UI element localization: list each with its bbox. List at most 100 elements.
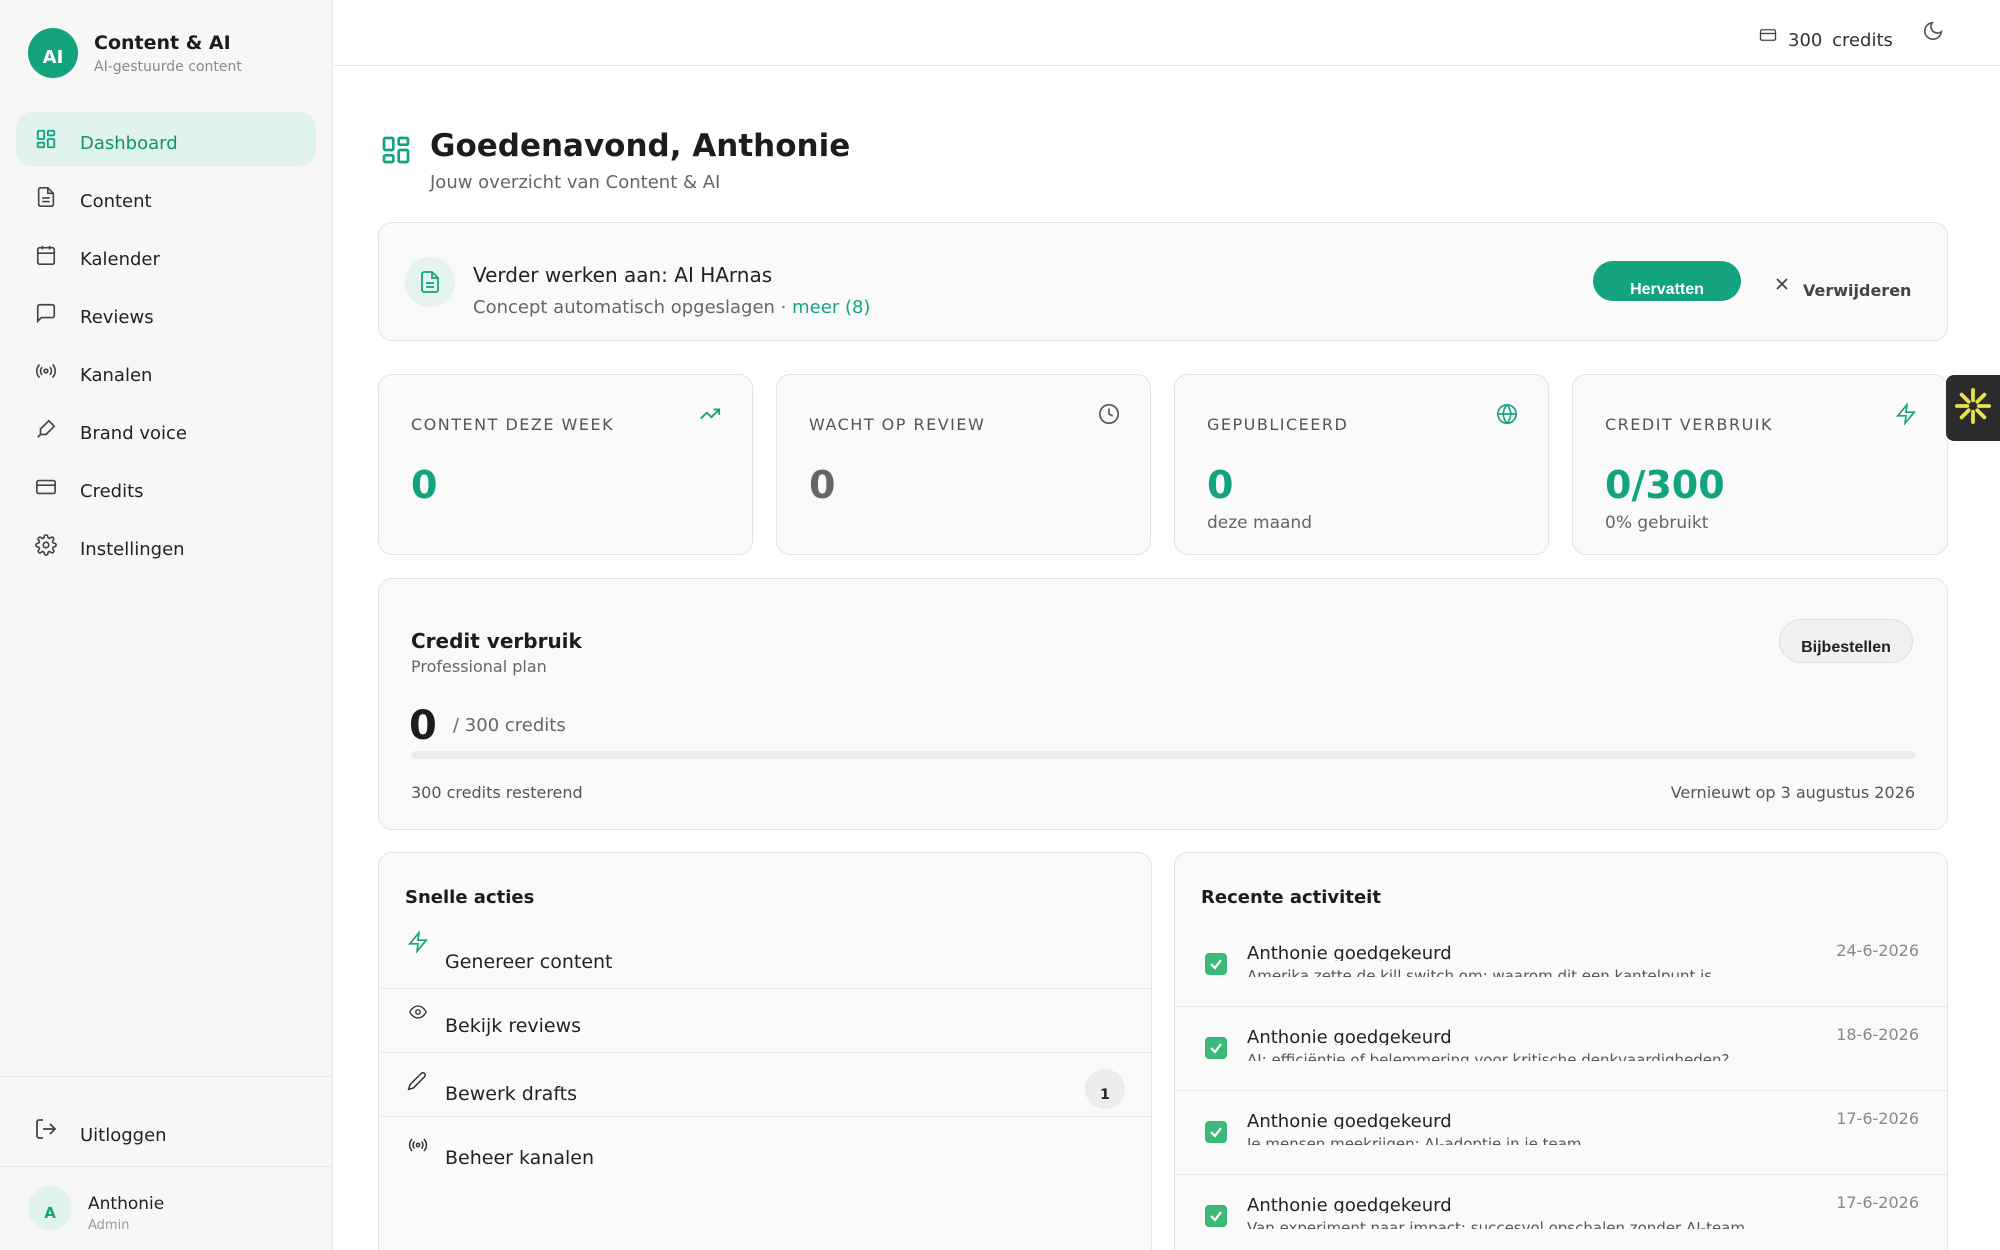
- assistant-widget-button[interactable]: [1946, 375, 2000, 441]
- credits-indicator[interactable]: 300 credits: [1758, 22, 1893, 51]
- eye-icon: [407, 1003, 429, 1025]
- gear-icon: [34, 533, 58, 557]
- sidebar-item-instellingen[interactable]: Instellingen: [16, 518, 316, 572]
- stat-sub: 0% gebruikt: [1605, 513, 1709, 533]
- quick-action-generate[interactable]: Genereer content: [379, 925, 1151, 989]
- activity-title: Anthonie goedgekeurd: [1247, 1111, 1452, 1129]
- resume-button[interactable]: Hervatten: [1593, 261, 1741, 301]
- quick-action-label: Genereer content: [445, 951, 613, 973]
- check-icon: [1205, 1037, 1227, 1059]
- credit-progress-bar: [411, 751, 1915, 759]
- broadcast-icon: [34, 359, 58, 383]
- lightning-icon: [1895, 402, 1917, 429]
- credits-count: 300 credits: [1788, 30, 1893, 51]
- sidebar-item-dashboard[interactable]: Dashboard: [16, 112, 316, 166]
- quick-actions-title: Snelle acties: [405, 887, 535, 908]
- credit-card-icon: [34, 475, 58, 499]
- grid-icon: [380, 134, 412, 193]
- pencil-icon: [407, 1071, 427, 1095]
- top-bar: 300 credits: [334, 0, 2000, 66]
- drafts-count-badge: 1: [1085, 1069, 1125, 1109]
- activity-item[interactable]: Anthonie goedgekeurd Amerika zette de ki…: [1175, 923, 1947, 1007]
- document-icon: [405, 257, 455, 307]
- logout-label: Uitloggen: [80, 1124, 167, 1146]
- quick-action-label: Beheer kanalen: [445, 1147, 595, 1169]
- sidebar-nav: Dashboard Content Kalender Reviews Kanal…: [16, 112, 316, 576]
- stat-label: CONTENT DEZE WEEK: [411, 415, 615, 434]
- activity-item[interactable]: Anthonie goedgekeurd Van experiment naar…: [1175, 1175, 1947, 1250]
- grid-icon: [34, 127, 58, 151]
- credit-usage-card: Credit verbruik Professional plan Bijbes…: [378, 578, 1948, 830]
- credit-usage-title: Credit verbruik: [411, 629, 582, 653]
- quick-action-label: Bekijk reviews: [445, 1015, 582, 1037]
- activity-description: Amerika zette de kill switch om: waarom …: [1247, 967, 1713, 977]
- quick-action-channels[interactable]: Beheer kanalen: [379, 1117, 1151, 1181]
- credits-total: / 300 credits: [453, 715, 566, 736]
- activity-item[interactable]: Anthonie goedgekeurd AI: efficiëntie of …: [1175, 1007, 1947, 1091]
- sidebar-item-credits[interactable]: Credits: [16, 460, 316, 514]
- plan-name: Professional plan: [411, 657, 547, 676]
- sidebar-item-kalender[interactable]: Kalender: [16, 228, 316, 282]
- chat-icon: [34, 301, 58, 325]
- stat-value: 0: [1207, 463, 1234, 507]
- stat-value: 0: [809, 463, 836, 507]
- stat-card-waiting-review: WACHT OP REVIEW 0: [776, 374, 1151, 555]
- sidebar-item-label: Brand voice: [80, 422, 187, 444]
- quick-actions-panel: Snelle acties Genereer content Bekijk re…: [378, 852, 1152, 1250]
- document-icon: [34, 185, 58, 209]
- pen-icon: [34, 417, 58, 441]
- more-drafts-link[interactable]: meer (8): [792, 297, 870, 318]
- check-icon: [1205, 1205, 1227, 1227]
- stat-value: 0/300: [1605, 463, 1725, 507]
- renewal-date: Vernieuwt op 3 augustus 2026: [1670, 783, 1915, 802]
- theme-toggle-button[interactable]: [1922, 20, 1944, 46]
- activity-description: AI: efficiëntie of belemmering voor krit…: [1247, 1051, 1730, 1061]
- stat-card-credit-usage: CREDIT VERBRUIK 0/300 0% gebruikt: [1572, 374, 1948, 555]
- order-credits-button[interactable]: Bijbestellen: [1779, 619, 1913, 663]
- page-title: Goedenavond, Anthonie: [430, 128, 851, 164]
- page-header: Goedenavond, Anthonie Jouw overzicht van…: [380, 128, 850, 193]
- autosave-status: Concept automatisch opgeslagen ·: [473, 297, 787, 318]
- avatar: A: [28, 1186, 72, 1230]
- stat-label: GEPUBLICEERD: [1207, 415, 1349, 434]
- activity-date: 18-6-2026: [1836, 1025, 1919, 1044]
- logout-button[interactable]: Uitloggen: [16, 1104, 316, 1158]
- lightning-icon: [407, 930, 429, 957]
- sidebar-item-label: Kanalen: [80, 364, 153, 386]
- stat-label: WACHT OP REVIEW: [809, 415, 986, 434]
- sidebar-item-kanalen[interactable]: Kanalen: [16, 344, 316, 398]
- resume-title: Verder werken aan: AI HArnas: [473, 263, 773, 285]
- sidebar-item-brand-voice[interactable]: Brand voice: [16, 402, 316, 456]
- remove-draft-button[interactable]: Verwijderen: [1775, 271, 1911, 300]
- sidebar-item-label: Reviews: [80, 306, 154, 328]
- resume-draft-card: Verder werken aan: AI HArnas Concept aut…: [378, 222, 1948, 341]
- check-icon: [1205, 1121, 1227, 1143]
- stat-card-content-week: CONTENT DEZE WEEK 0: [378, 374, 753, 555]
- credits-used: 0: [409, 703, 437, 749]
- activity-item[interactable]: Anthonie goedgekeurd Je mensen meekrijge…: [1175, 1091, 1947, 1175]
- user-profile[interactable]: A Anthonie Admin: [28, 1186, 164, 1233]
- brand-subtitle: AI-gestuurde content: [94, 58, 242, 75]
- sidebar-item-content[interactable]: Content: [16, 170, 316, 224]
- quick-action-reviews[interactable]: Bekijk reviews: [379, 989, 1151, 1053]
- brand[interactable]: AI Content & AI AI-gestuurde content: [28, 28, 242, 78]
- user-role: Admin: [88, 1218, 130, 1233]
- logout-icon: [34, 1117, 58, 1145]
- activity-description: Je mensen meekrijgen: AI-adoptie in je t…: [1247, 1135, 1582, 1145]
- sidebar-item-reviews[interactable]: Reviews: [16, 286, 316, 340]
- stat-value: 0: [411, 463, 438, 507]
- close-icon: [1775, 276, 1789, 295]
- page-subtitle: Jouw overzicht van Content & AI: [430, 172, 721, 193]
- activity-title: Anthonie goedgekeurd: [1247, 1195, 1452, 1213]
- broadcast-icon: [407, 1135, 429, 1159]
- recent-activity-title: Recente activiteit: [1201, 887, 1381, 908]
- user-name: Anthonie: [88, 1194, 165, 1214]
- moon-icon: [1922, 21, 1944, 46]
- activity-title: Anthonie goedgekeurd: [1247, 943, 1452, 961]
- activity-title: Anthonie goedgekeurd: [1247, 1027, 1452, 1045]
- quick-action-drafts[interactable]: Bewerk drafts 1: [379, 1053, 1151, 1117]
- sparkle-icon: [1954, 387, 1992, 429]
- sidebar-item-label: Content: [80, 190, 152, 212]
- activity-date: 24-6-2026: [1836, 941, 1919, 960]
- stat-card-published: GEPUBLICEERD 0 deze maand: [1174, 374, 1549, 555]
